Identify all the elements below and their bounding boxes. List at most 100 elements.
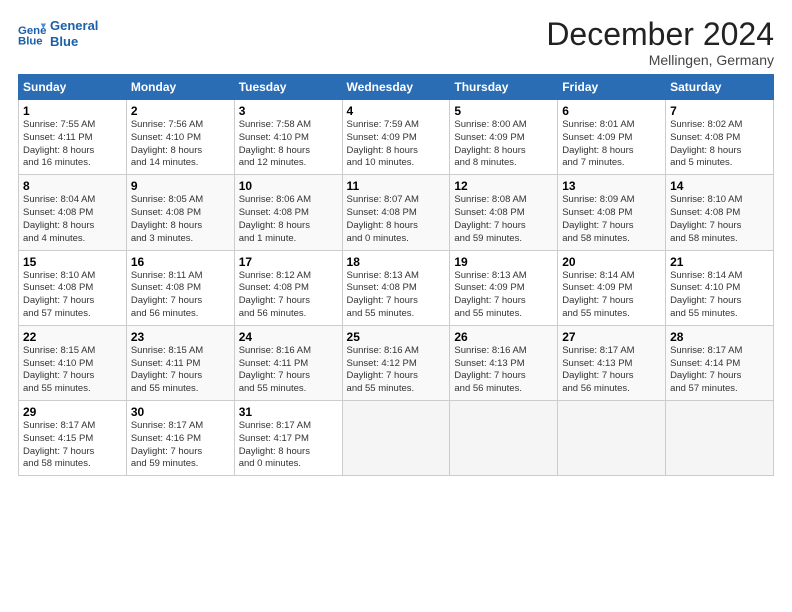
- day-info: Sunrise: 8:16 AM Sunset: 4:13 PM Dayligh…: [454, 345, 553, 396]
- svg-text:Blue: Blue: [18, 35, 43, 47]
- calendar-cell: 6Sunrise: 8:01 AM Sunset: 4:09 PM Daylig…: [558, 100, 666, 175]
- calendar-cell: 5Sunrise: 8:00 AM Sunset: 4:09 PM Daylig…: [450, 100, 558, 175]
- day-info: Sunrise: 8:16 AM Sunset: 4:11 PM Dayligh…: [239, 345, 338, 396]
- day-number: 17: [239, 255, 338, 269]
- day-number: 24: [239, 330, 338, 344]
- calendar-cell: 16Sunrise: 8:11 AM Sunset: 4:08 PM Dayli…: [126, 250, 234, 325]
- day-info: Sunrise: 7:55 AM Sunset: 4:11 PM Dayligh…: [23, 119, 122, 170]
- calendar-cell: 31Sunrise: 8:17 AM Sunset: 4:17 PM Dayli…: [234, 401, 342, 476]
- calendar-cell: 22Sunrise: 8:15 AM Sunset: 4:10 PM Dayli…: [19, 325, 127, 400]
- day-number: 14: [670, 179, 769, 193]
- col-thursday: Thursday: [450, 75, 558, 100]
- day-number: 21: [670, 255, 769, 269]
- day-number: 26: [454, 330, 553, 344]
- day-number: 9: [131, 179, 230, 193]
- day-info: Sunrise: 8:13 AM Sunset: 4:08 PM Dayligh…: [347, 270, 446, 321]
- day-info: Sunrise: 7:56 AM Sunset: 4:10 PM Dayligh…: [131, 119, 230, 170]
- logo-text: General Blue: [50, 18, 98, 49]
- calendar-week-5: 29Sunrise: 8:17 AM Sunset: 4:15 PM Dayli…: [19, 401, 774, 476]
- day-number: 30: [131, 405, 230, 419]
- col-wednesday: Wednesday: [342, 75, 450, 100]
- day-number: 16: [131, 255, 230, 269]
- day-info: Sunrise: 8:14 AM Sunset: 4:10 PM Dayligh…: [670, 270, 769, 321]
- day-info: Sunrise: 8:16 AM Sunset: 4:12 PM Dayligh…: [347, 345, 446, 396]
- calendar-cell: 17Sunrise: 8:12 AM Sunset: 4:08 PM Dayli…: [234, 250, 342, 325]
- calendar-cell: 11Sunrise: 8:07 AM Sunset: 4:08 PM Dayli…: [342, 175, 450, 250]
- calendar-cell: [450, 401, 558, 476]
- col-tuesday: Tuesday: [234, 75, 342, 100]
- day-info: Sunrise: 8:09 AM Sunset: 4:08 PM Dayligh…: [562, 194, 661, 245]
- day-info: Sunrise: 8:01 AM Sunset: 4:09 PM Dayligh…: [562, 119, 661, 170]
- col-sunday: Sunday: [19, 75, 127, 100]
- calendar-cell: 30Sunrise: 8:17 AM Sunset: 4:16 PM Dayli…: [126, 401, 234, 476]
- day-info: Sunrise: 8:14 AM Sunset: 4:09 PM Dayligh…: [562, 270, 661, 321]
- day-info: Sunrise: 8:17 AM Sunset: 4:14 PM Dayligh…: [670, 345, 769, 396]
- calendar-cell: 24Sunrise: 8:16 AM Sunset: 4:11 PM Dayli…: [234, 325, 342, 400]
- day-info: Sunrise: 8:10 AM Sunset: 4:08 PM Dayligh…: [23, 270, 122, 321]
- month-title: December 2024: [546, 18, 774, 50]
- col-friday: Friday: [558, 75, 666, 100]
- calendar-cell: 14Sunrise: 8:10 AM Sunset: 4:08 PM Dayli…: [666, 175, 774, 250]
- day-number: 10: [239, 179, 338, 193]
- day-number: 13: [562, 179, 661, 193]
- day-number: 12: [454, 179, 553, 193]
- calendar-week-1: 1Sunrise: 7:55 AM Sunset: 4:11 PM Daylig…: [19, 100, 774, 175]
- day-info: Sunrise: 8:17 AM Sunset: 4:15 PM Dayligh…: [23, 420, 122, 471]
- location: Mellingen, Germany: [546, 52, 774, 68]
- calendar-cell: 20Sunrise: 8:14 AM Sunset: 4:09 PM Dayli…: [558, 250, 666, 325]
- day-info: Sunrise: 8:15 AM Sunset: 4:10 PM Dayligh…: [23, 345, 122, 396]
- calendar-cell: [342, 401, 450, 476]
- calendar-week-4: 22Sunrise: 8:15 AM Sunset: 4:10 PM Dayli…: [19, 325, 774, 400]
- day-number: 19: [454, 255, 553, 269]
- calendar-cell: [558, 401, 666, 476]
- day-info: Sunrise: 8:17 AM Sunset: 4:16 PM Dayligh…: [131, 420, 230, 471]
- day-info: Sunrise: 8:10 AM Sunset: 4:08 PM Dayligh…: [670, 194, 769, 245]
- calendar-cell: 19Sunrise: 8:13 AM Sunset: 4:09 PM Dayli…: [450, 250, 558, 325]
- day-number: 31: [239, 405, 338, 419]
- logo-icon: General Blue: [18, 20, 46, 48]
- calendar-cell: 29Sunrise: 8:17 AM Sunset: 4:15 PM Dayli…: [19, 401, 127, 476]
- day-info: Sunrise: 8:15 AM Sunset: 4:11 PM Dayligh…: [131, 345, 230, 396]
- calendar-cell: 1Sunrise: 7:55 AM Sunset: 4:11 PM Daylig…: [19, 100, 127, 175]
- day-number: 5: [454, 104, 553, 118]
- calendar-cell: 28Sunrise: 8:17 AM Sunset: 4:14 PM Dayli…: [666, 325, 774, 400]
- day-number: 3: [239, 104, 338, 118]
- calendar-cell: 12Sunrise: 8:08 AM Sunset: 4:08 PM Dayli…: [450, 175, 558, 250]
- calendar-cell: 26Sunrise: 8:16 AM Sunset: 4:13 PM Dayli…: [450, 325, 558, 400]
- calendar-cell: 10Sunrise: 8:06 AM Sunset: 4:08 PM Dayli…: [234, 175, 342, 250]
- calendar-cell: 2Sunrise: 7:56 AM Sunset: 4:10 PM Daylig…: [126, 100, 234, 175]
- day-info: Sunrise: 8:00 AM Sunset: 4:09 PM Dayligh…: [454, 119, 553, 170]
- day-info: Sunrise: 8:02 AM Sunset: 4:08 PM Dayligh…: [670, 119, 769, 170]
- page-container: General Blue General Blue December 2024 …: [0, 0, 792, 486]
- day-number: 2: [131, 104, 230, 118]
- calendar-cell: 21Sunrise: 8:14 AM Sunset: 4:10 PM Dayli…: [666, 250, 774, 325]
- day-number: 7: [670, 104, 769, 118]
- day-number: 28: [670, 330, 769, 344]
- day-number: 22: [23, 330, 122, 344]
- day-number: 15: [23, 255, 122, 269]
- day-number: 18: [347, 255, 446, 269]
- day-number: 20: [562, 255, 661, 269]
- day-info: Sunrise: 7:59 AM Sunset: 4:09 PM Dayligh…: [347, 119, 446, 170]
- day-info: Sunrise: 8:17 AM Sunset: 4:17 PM Dayligh…: [239, 420, 338, 471]
- day-info: Sunrise: 8:07 AM Sunset: 4:08 PM Dayligh…: [347, 194, 446, 245]
- header-row: Sunday Monday Tuesday Wednesday Thursday…: [19, 75, 774, 100]
- day-info: Sunrise: 8:11 AM Sunset: 4:08 PM Dayligh…: [131, 270, 230, 321]
- calendar-cell: 4Sunrise: 7:59 AM Sunset: 4:09 PM Daylig…: [342, 100, 450, 175]
- calendar-table: Sunday Monday Tuesday Wednesday Thursday…: [18, 74, 774, 476]
- calendar-cell: 23Sunrise: 8:15 AM Sunset: 4:11 PM Dayli…: [126, 325, 234, 400]
- calendar-cell: 7Sunrise: 8:02 AM Sunset: 4:08 PM Daylig…: [666, 100, 774, 175]
- day-info: Sunrise: 8:05 AM Sunset: 4:08 PM Dayligh…: [131, 194, 230, 245]
- day-info: Sunrise: 7:58 AM Sunset: 4:10 PM Dayligh…: [239, 119, 338, 170]
- calendar-cell: 25Sunrise: 8:16 AM Sunset: 4:12 PM Dayli…: [342, 325, 450, 400]
- day-info: Sunrise: 8:12 AM Sunset: 4:08 PM Dayligh…: [239, 270, 338, 321]
- day-info: Sunrise: 8:17 AM Sunset: 4:13 PM Dayligh…: [562, 345, 661, 396]
- day-number: 27: [562, 330, 661, 344]
- day-number: 11: [347, 179, 446, 193]
- col-monday: Monday: [126, 75, 234, 100]
- col-saturday: Saturday: [666, 75, 774, 100]
- day-info: Sunrise: 8:08 AM Sunset: 4:08 PM Dayligh…: [454, 194, 553, 245]
- day-number: 29: [23, 405, 122, 419]
- calendar-cell: 8Sunrise: 8:04 AM Sunset: 4:08 PM Daylig…: [19, 175, 127, 250]
- day-number: 25: [347, 330, 446, 344]
